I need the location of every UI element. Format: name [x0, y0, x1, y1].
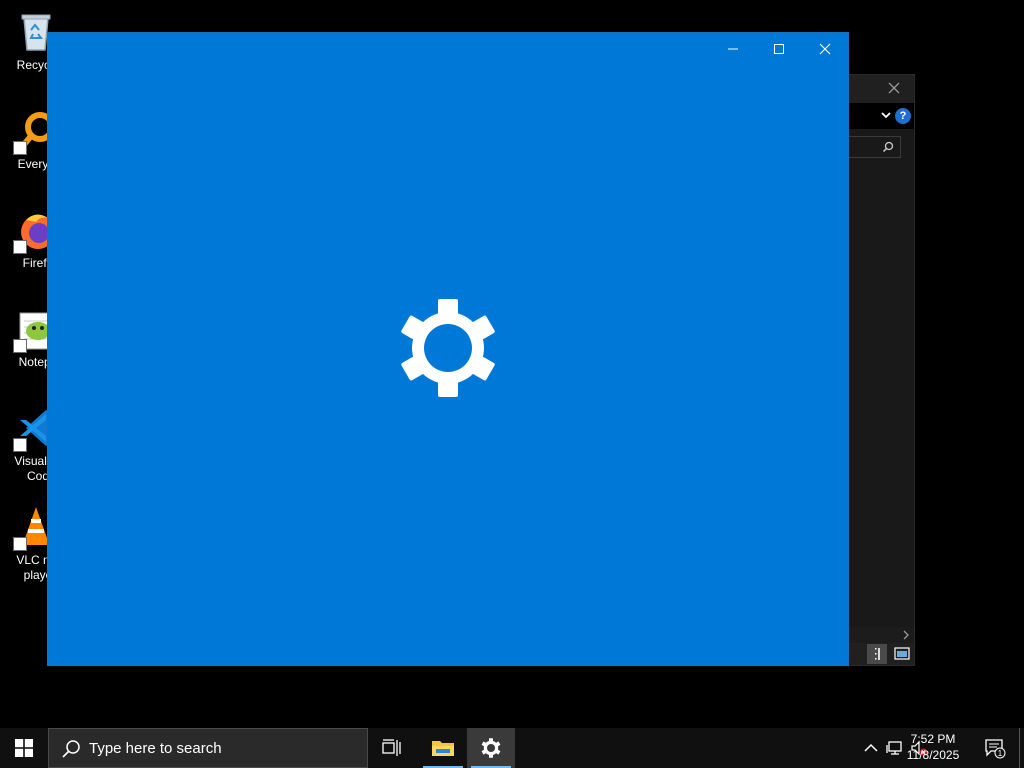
shortcut-arrow-icon — [13, 240, 27, 254]
minimize-icon — [728, 48, 738, 50]
folder-icon — [432, 741, 454, 756]
gear-icon — [401, 299, 495, 397]
search-icon — [882, 141, 894, 153]
large-icons-view-icon[interactable] — [894, 646, 910, 662]
taskbar: Type here to search 7:52 PM 11/8/2025 1 — [0, 728, 1024, 768]
shortcut-arrow-icon — [13, 537, 27, 551]
chevron-down-icon[interactable] — [880, 109, 892, 121]
shortcut-arrow-icon — [13, 438, 27, 452]
task-view-button[interactable] — [368, 728, 416, 768]
settings-taskbar-button[interactable] — [467, 728, 515, 768]
details-view-icon[interactable] — [867, 644, 887, 664]
clock-time: 7:52 PM — [910, 732, 956, 746]
notification-count: 1 — [998, 749, 1003, 758]
search-icon — [62, 740, 80, 758]
close-icon[interactable] — [886, 80, 902, 96]
settings-window[interactable] — [48, 33, 848, 665]
show-desktop-button[interactable] — [1019, 728, 1024, 768]
help-icon[interactable]: ? — [895, 108, 911, 124]
clock[interactable]: 7:52 PM 11/8/2025 — [898, 731, 968, 763]
close-icon — [819, 43, 831, 55]
maximize-button[interactable] — [756, 33, 802, 65]
task-view-icon — [382, 739, 401, 756]
scroll-right-icon[interactable] — [902, 629, 910, 641]
chevron-up-icon[interactable] — [862, 739, 880, 757]
close-button[interactable] — [802, 33, 848, 65]
file-explorer-taskbar-button[interactable] — [419, 728, 467, 768]
clock-date: 11/8/2025 — [906, 748, 960, 762]
search-placeholder: Type here to search — [89, 740, 222, 757]
taskbar-search-input[interactable]: Type here to search — [48, 728, 368, 768]
windows-logo-icon — [15, 739, 33, 757]
shortcut-arrow-icon — [13, 339, 27, 353]
maximize-icon — [774, 44, 784, 54]
explorer-search-input[interactable] — [841, 136, 901, 158]
gear-icon — [481, 738, 501, 758]
minimize-button[interactable] — [710, 33, 756, 65]
desktop: Recycle Everyth Firefo Notepa Visual Cod… — [0, 0, 1024, 728]
action-center-icon[interactable]: 1 — [984, 737, 1006, 759]
system-tray: 7:52 PM 11/8/2025 1 — [824, 728, 1024, 768]
start-button[interactable] — [0, 728, 48, 768]
shortcut-arrow-icon — [13, 141, 27, 155]
